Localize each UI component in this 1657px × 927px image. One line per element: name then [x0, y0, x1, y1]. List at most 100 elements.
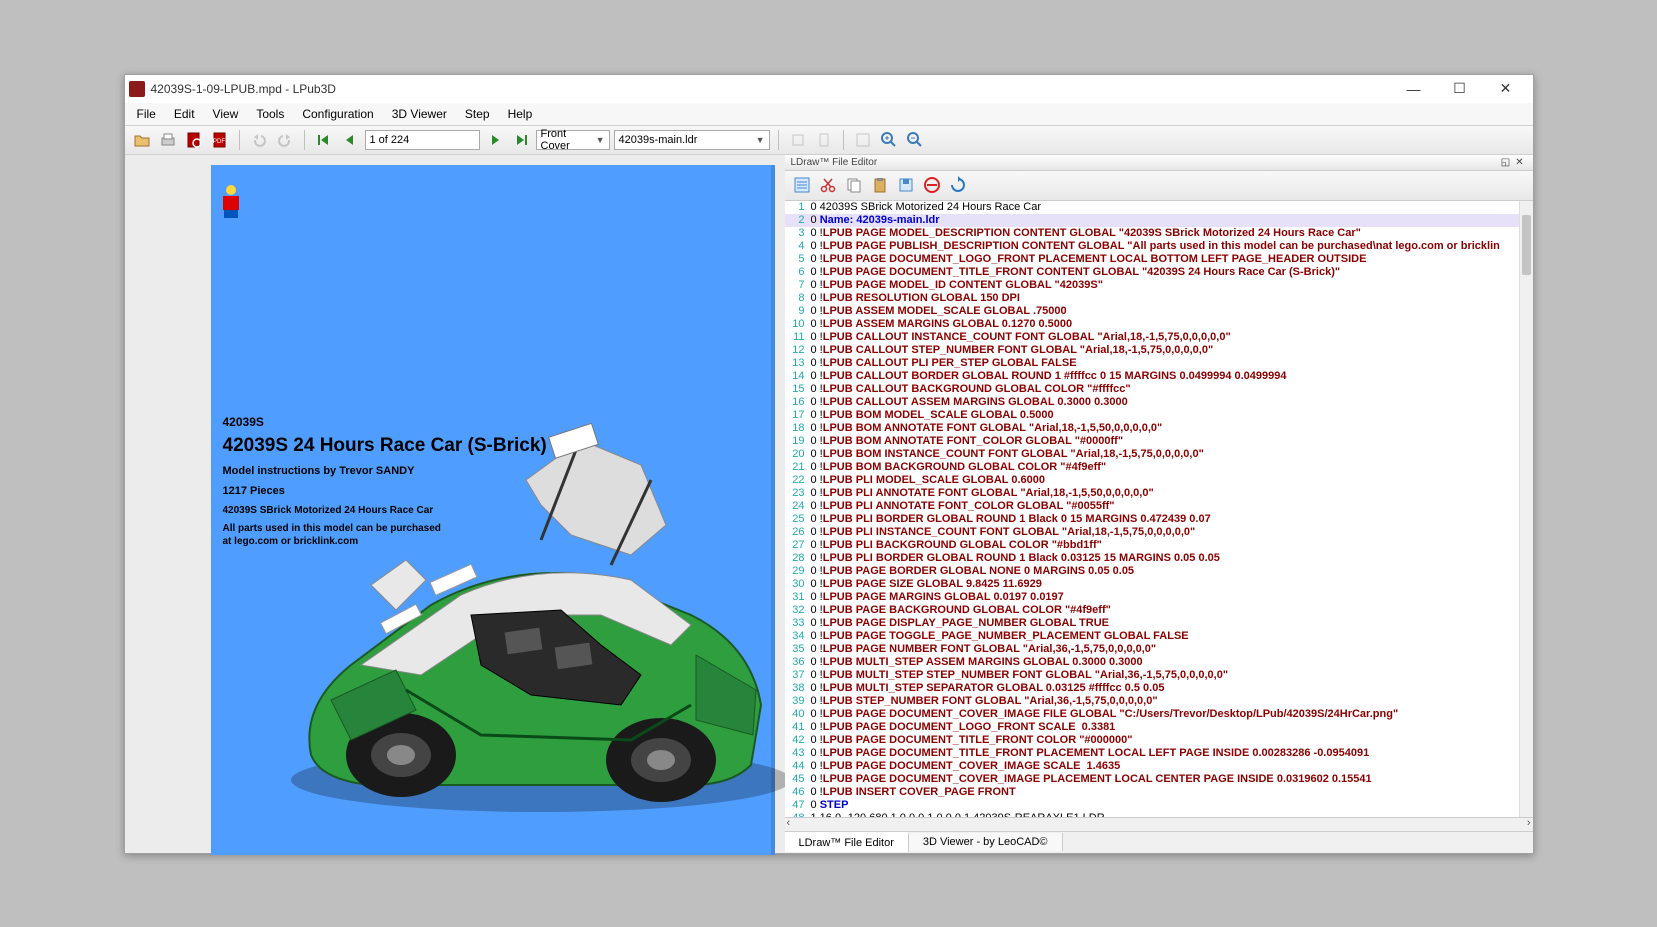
code-line[interactable]: 250 !LPUB PLI BORDER GLOBAL ROUND 1 Blac…	[785, 513, 1533, 526]
paste-icon[interactable]	[869, 174, 891, 196]
minimize-button[interactable]: —	[1391, 75, 1437, 103]
preview-pane[interactable]: 42039S 42039S 24 Hours Race Car (S-Brick…	[125, 155, 785, 853]
horizontal-scrollbar[interactable]	[785, 817, 1533, 831]
menu-tools[interactable]: Tools	[248, 105, 292, 123]
close-button[interactable]: ✕	[1483, 75, 1529, 103]
cover-image	[251, 385, 811, 845]
maximize-button[interactable]: ☐	[1437, 75, 1483, 103]
code-line[interactable]: 40 !LPUB PAGE PUBLISH_DESCRIPTION CONTEN…	[785, 240, 1533, 253]
submodel-combo[interactable]: 42039s-main.ldr▼	[614, 130, 770, 150]
app-icon	[129, 81, 145, 97]
code-line[interactable]: 330 !LPUB PAGE DISPLAY_PAGE_NUMBER GLOBA…	[785, 617, 1533, 630]
code-line[interactable]: 170 !LPUB BOM MODEL_SCALE GLOBAL 0.5000	[785, 409, 1533, 422]
code-line[interactable]: 110 !LPUB CALLOUT INSTANCE_COUNT FONT GL…	[785, 331, 1533, 344]
code-line[interactable]: 400 !LPUB PAGE DOCUMENT_COVER_IMAGE FILE…	[785, 708, 1533, 721]
menu-3dviewer[interactable]: 3D Viewer	[384, 105, 455, 123]
code-line[interactable]: 50 !LPUB PAGE DOCUMENT_LOGO_FRONT PLACEM…	[785, 253, 1533, 266]
delete-icon[interactable]	[921, 174, 943, 196]
refresh-icon[interactable]	[947, 174, 969, 196]
code-line[interactable]: 20 Name: 42039s-main.ldr	[785, 214, 1533, 227]
code-line[interactable]: 230 !LPUB PLI ANNOTATE FONT GLOBAL "Aria…	[785, 487, 1533, 500]
pdf-icon[interactable]: PDF	[209, 129, 231, 151]
code-line[interactable]: 120 !LPUB CALLOUT STEP_NUMBER FONT GLOBA…	[785, 344, 1533, 357]
select-all-icon[interactable]	[791, 174, 813, 196]
zoom-out-icon[interactable]	[904, 129, 926, 151]
code-line[interactable]: 210 !LPUB BOM BACKGROUND GLOBAL COLOR "#…	[785, 461, 1533, 474]
menu-step[interactable]: Step	[457, 105, 498, 123]
code-line[interactable]: 70 !LPUB PAGE MODEL_ID CONTENT GLOBAL "4…	[785, 279, 1533, 292]
svg-text:PDF: PDF	[213, 139, 225, 145]
code-line[interactable]: 150 !LPUB CALLOUT BACKGROUND GLOBAL COLO…	[785, 383, 1533, 396]
code-line[interactable]: 160 !LPUB CALLOUT ASSEM MARGINS GLOBAL 0…	[785, 396, 1533, 409]
code-line[interactable]: 270 !LPUB PLI BACKGROUND GLOBAL COLOR "#…	[785, 539, 1533, 552]
code-line[interactable]: 430 !LPUB PAGE DOCUMENT_TITLE_FRONT PLAC…	[785, 747, 1533, 760]
cut-icon[interactable]	[817, 174, 839, 196]
code-line[interactable]: 320 !LPUB PAGE BACKGROUND GLOBAL COLOR "…	[785, 604, 1533, 617]
code-line[interactable]: 180 !LPUB BOM ANNOTATE FONT GLOBAL "Aria…	[785, 422, 1533, 435]
editor-pane: LDraw™ File Editor ◱ ✕ 10 42039S SBrick …	[785, 155, 1533, 853]
code-line[interactable]: 220 !LPUB PLI MODEL_SCALE GLOBAL 0.6000	[785, 474, 1533, 487]
page-number-input[interactable]	[365, 130, 480, 150]
last-page-icon[interactable]	[510, 129, 532, 151]
code-line[interactable]: 140 !LPUB CALLOUT BORDER GLOBAL ROUND 1 …	[785, 370, 1533, 383]
lego-logo-icon	[221, 185, 241, 217]
code-line[interactable]: 460 !LPUB INSERT COVER_PAGE FRONT	[785, 786, 1533, 799]
menu-configuration[interactable]: Configuration	[294, 105, 381, 123]
code-line[interactable]: 290 !LPUB PAGE BORDER GLOBAL NONE 0 MARG…	[785, 565, 1533, 578]
code-line[interactable]: 60 !LPUB PAGE DOCUMENT_TITLE_FRONT CONTE…	[785, 266, 1533, 279]
menu-view[interactable]: View	[205, 105, 247, 123]
code-line[interactable]: 380 !LPUB MULTI_STEP SEPARATOR GLOBAL 0.…	[785, 682, 1533, 695]
code-line[interactable]: 190 !LPUB BOM ANNOTATE FONT_COLOR GLOBAL…	[785, 435, 1533, 448]
code-line[interactable]: 360 !LPUB MULTI_STEP ASSEM MARGINS GLOBA…	[785, 656, 1533, 669]
save-icon[interactable]	[895, 174, 917, 196]
panel-close-icon[interactable]: ✕	[1513, 157, 1527, 168]
copy-icon[interactable]	[843, 174, 865, 196]
next-page-icon[interactable]	[484, 129, 506, 151]
menu-edit[interactable]: Edit	[166, 105, 203, 123]
pdf-preview-icon[interactable]	[183, 129, 205, 151]
code-line[interactable]: 350 !LPUB PAGE NUMBER FONT GLOBAL "Arial…	[785, 643, 1533, 656]
code-line[interactable]: 370 !LPUB MULTI_STEP STEP_NUMBER FONT GL…	[785, 669, 1533, 682]
code-line[interactable]: 300 !LPUB PAGE SIZE GLOBAL 9.8425 11.692…	[785, 578, 1533, 591]
fit-page-icon[interactable]	[813, 129, 835, 151]
content-area: 42039S 42039S 24 Hours Race Car (S-Brick…	[125, 155, 1533, 853]
actual-size-icon[interactable]	[852, 129, 874, 151]
code-line[interactable]: 90 !LPUB ASSEM MODEL_SCALE GLOBAL .75000	[785, 305, 1533, 318]
open-icon[interactable]	[131, 129, 153, 151]
code-editor[interactable]: 10 42039S SBrick Motorized 24 Hours Race…	[785, 201, 1533, 817]
code-line[interactable]: 420 !LPUB PAGE DOCUMENT_TITLE_FRONT COLO…	[785, 734, 1533, 747]
redo-icon[interactable]	[274, 129, 296, 151]
code-line[interactable]: 200 !LPUB BOM INSTANCE_COUNT FONT GLOBAL…	[785, 448, 1533, 461]
code-line[interactable]: 310 !LPUB PAGE MARGINS GLOBAL 0.0197 0.0…	[785, 591, 1533, 604]
code-line[interactable]: 450 !LPUB PAGE DOCUMENT_COVER_IMAGE PLAC…	[785, 773, 1533, 786]
code-line[interactable]: 340 !LPUB PAGE TOGGLE_PAGE_NUMBER_PLACEM…	[785, 630, 1533, 643]
code-line[interactable]: 260 !LPUB PLI INSTANCE_COUNT FONT GLOBAL…	[785, 526, 1533, 539]
code-line[interactable]: 10 42039S SBrick Motorized 24 Hours Race…	[785, 201, 1533, 214]
menubar: File Edit View Tools Configuration 3D Vi…	[125, 103, 1533, 125]
print-icon[interactable]	[157, 129, 179, 151]
zoom-in-icon[interactable]	[878, 129, 900, 151]
code-line[interactable]: 100 !LPUB ASSEM MARGINS GLOBAL 0.1270 0.…	[785, 318, 1533, 331]
code-line[interactable]: 30 !LPUB PAGE MODEL_DESCRIPTION CONTENT …	[785, 227, 1533, 240]
code-line[interactable]: 440 !LPUB PAGE DOCUMENT_COVER_IMAGE SCAL…	[785, 760, 1533, 773]
code-line[interactable]: 80 !LPUB RESOLUTION GLOBAL 150 DPI	[785, 292, 1533, 305]
code-line[interactable]: 390 !LPUB STEP_NUMBER FONT GLOBAL "Arial…	[785, 695, 1533, 708]
code-line[interactable]: 410 !LPUB PAGE DOCUMENT_LOGO_FRONT SCALE…	[785, 721, 1533, 734]
code-line[interactable]: 470 STEP	[785, 799, 1533, 812]
code-line[interactable]: 240 !LPUB PLI ANNOTATE FONT_COLOR GLOBAL…	[785, 500, 1533, 513]
window-title: 42039S-1-09-LPUB.mpd - LPub3D	[151, 82, 336, 96]
code-line[interactable]: 130 !LPUB CALLOUT PLI PER_STEP GLOBAL FA…	[785, 357, 1533, 370]
undo-icon[interactable]	[248, 129, 270, 151]
menu-help[interactable]: Help	[500, 105, 541, 123]
first-page-icon[interactable]	[313, 129, 335, 151]
editor-header: LDraw™ File Editor ◱ ✕	[785, 155, 1533, 171]
vertical-scrollbar[interactable]	[1519, 201, 1533, 817]
prev-page-icon[interactable]	[339, 129, 361, 151]
menu-file[interactable]: File	[129, 105, 164, 123]
page-type-combo[interactable]: Front Cover▼	[536, 130, 610, 150]
editor-toolbar	[785, 171, 1533, 201]
code-line[interactable]: 280 !LPUB PLI BORDER GLOBAL ROUND 1 Blac…	[785, 552, 1533, 565]
tab-3d-viewer[interactable]: 3D Viewer - by LeoCAD©	[909, 833, 1063, 851]
fit-width-icon[interactable]	[787, 129, 809, 151]
undock-icon[interactable]: ◱	[1499, 157, 1513, 168]
